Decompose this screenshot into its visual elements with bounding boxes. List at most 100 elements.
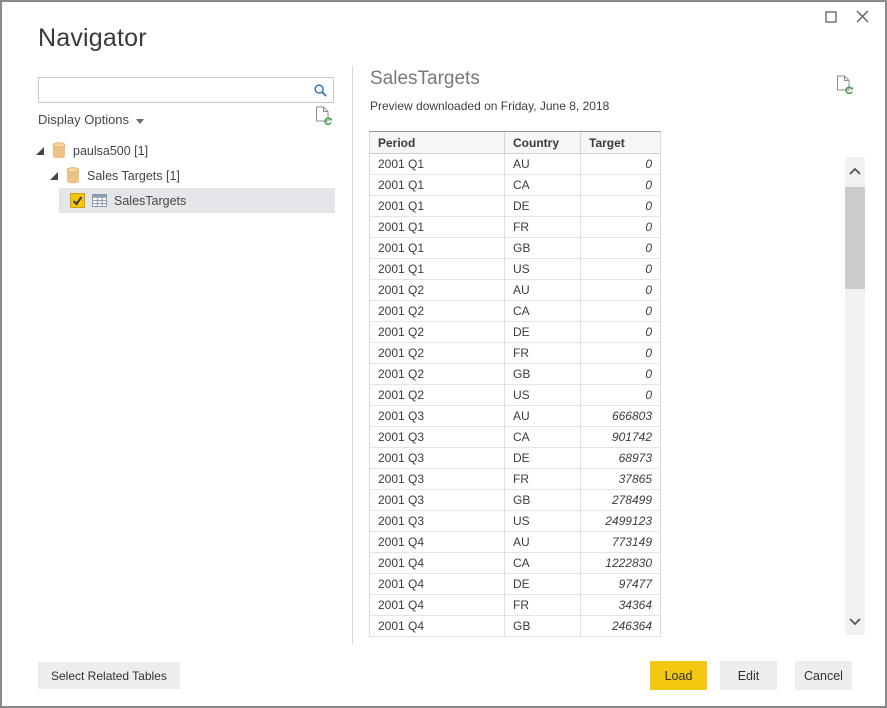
cell-country: US xyxy=(505,259,581,280)
table-row: 2001 Q2GB0 xyxy=(370,364,661,385)
cell-target: 278499 xyxy=(581,490,661,511)
display-options-dropdown[interactable]: Display Options xyxy=(38,109,144,129)
cell-target: 34364 xyxy=(581,595,661,616)
database-icon xyxy=(52,142,66,159)
cell-period: 2001 Q1 xyxy=(370,217,505,238)
salestargets-checkbox[interactable] xyxy=(70,193,85,208)
cell-target: 37865 xyxy=(581,469,661,490)
refresh-button[interactable] xyxy=(315,106,332,130)
scrollbar-thumb[interactable] xyxy=(845,187,865,289)
navigator-dialog: Navigator Display Options xyxy=(0,0,887,708)
cell-country: FR xyxy=(505,217,581,238)
scroll-up-button[interactable] xyxy=(845,161,865,181)
close-icon xyxy=(856,10,869,28)
cell-country: FR xyxy=(505,469,581,490)
table-row: 2001 Q1FR0 xyxy=(370,217,661,238)
table-row: 2001 Q2DE0 xyxy=(370,322,661,343)
search-box xyxy=(38,77,334,103)
table-icon xyxy=(92,194,107,207)
table-row: 2001 Q3GB278499 xyxy=(370,490,661,511)
column-header-target[interactable]: Target xyxy=(581,132,661,154)
table-row: 2001 Q3CA901742 xyxy=(370,427,661,448)
cell-period: 2001 Q3 xyxy=(370,511,505,532)
cell-target: 0 xyxy=(581,238,661,259)
tree-item-label: Sales Targets [1] xyxy=(87,169,180,183)
table-row: 2001 Q2FR0 xyxy=(370,343,661,364)
close-button[interactable] xyxy=(855,12,869,26)
table-row: 2001 Q4FR34364 xyxy=(370,595,661,616)
panel-divider xyxy=(352,66,353,644)
search-input[interactable] xyxy=(39,78,310,102)
edit-button[interactable]: Edit xyxy=(720,661,777,690)
tree-item-salestargets[interactable]: SalesTargets xyxy=(59,188,335,213)
cell-target: 2499123 xyxy=(581,511,661,532)
tree-item-paulsa500[interactable]: paulsa500 [1] xyxy=(36,138,148,163)
preview-scrollbar[interactable] xyxy=(845,157,865,635)
cell-period: 2001 Q1 xyxy=(370,196,505,217)
tree-expander-icon[interactable] xyxy=(50,172,58,180)
cell-country: GB xyxy=(505,616,581,637)
column-header-period[interactable]: Period xyxy=(370,132,505,154)
cell-target: 666803 xyxy=(581,406,661,427)
table-row: 2001 Q4AU773149 xyxy=(370,532,661,553)
select-related-tables-button[interactable]: Select Related Tables xyxy=(38,662,180,689)
display-options-label: Display Options xyxy=(38,112,129,127)
window-controls xyxy=(824,12,869,26)
cell-target: 0 xyxy=(581,385,661,406)
tree-item-label: SalesTargets xyxy=(114,194,186,208)
preview-title: SalesTargets xyxy=(370,68,480,90)
cell-country: FR xyxy=(505,343,581,364)
refresh-preview-button[interactable] xyxy=(836,75,853,99)
cell-target: 0 xyxy=(581,217,661,238)
table-row: 2001 Q3US2499123 xyxy=(370,511,661,532)
cell-country: CA xyxy=(505,175,581,196)
cell-country: DE xyxy=(505,196,581,217)
load-button[interactable]: Load xyxy=(650,661,707,690)
table-row: 2001 Q1AU0 xyxy=(370,154,661,175)
cell-period: 2001 Q1 xyxy=(370,259,505,280)
cell-country: US xyxy=(505,385,581,406)
scroll-down-button[interactable] xyxy=(845,611,865,631)
chevron-up-icon xyxy=(849,162,861,180)
cell-period: 2001 Q2 xyxy=(370,280,505,301)
chevron-down-icon xyxy=(849,612,861,630)
preview-table: Period Country Target 2001 Q1AU02001 Q1C… xyxy=(369,131,661,637)
cell-country: CA xyxy=(505,301,581,322)
cell-period: 2001 Q4 xyxy=(370,532,505,553)
table-row: 2001 Q3DE68973 xyxy=(370,448,661,469)
cell-target: 1222830 xyxy=(581,553,661,574)
cell-period: 2001 Q4 xyxy=(370,616,505,637)
table-row: 2001 Q4GB246364 xyxy=(370,616,661,637)
cancel-button[interactable]: Cancel xyxy=(795,661,852,690)
column-header-country[interactable]: Country xyxy=(505,132,581,154)
cell-target: 97477 xyxy=(581,574,661,595)
table-header-row: Period Country Target xyxy=(370,132,661,154)
cell-country: CA xyxy=(505,427,581,448)
cell-period: 2001 Q2 xyxy=(370,322,505,343)
table-row: 2001 Q1GB0 xyxy=(370,238,661,259)
cell-country: GB xyxy=(505,364,581,385)
cell-target: 0 xyxy=(581,175,661,196)
cell-country: GB xyxy=(505,490,581,511)
maximize-button[interactable] xyxy=(824,12,838,26)
cell-period: 2001 Q3 xyxy=(370,406,505,427)
search-icon[interactable] xyxy=(310,83,330,98)
cell-target: 0 xyxy=(581,259,661,280)
refresh-document-icon xyxy=(315,112,332,129)
table-row: 2001 Q2US0 xyxy=(370,385,661,406)
cell-country: DE xyxy=(505,322,581,343)
tree-expander-icon[interactable] xyxy=(36,147,44,155)
cell-country: CA xyxy=(505,553,581,574)
maximize-icon xyxy=(825,10,837,28)
preview-table-body: 2001 Q1AU02001 Q1CA02001 Q1DE02001 Q1FR0… xyxy=(370,154,661,637)
cell-period: 2001 Q1 xyxy=(370,175,505,196)
chevron-down-icon xyxy=(136,112,144,127)
table-row: 2001 Q4DE97477 xyxy=(370,574,661,595)
cell-target: 0 xyxy=(581,196,661,217)
cell-country: AU xyxy=(505,406,581,427)
cell-period: 2001 Q2 xyxy=(370,301,505,322)
table-row: 2001 Q4CA1222830 xyxy=(370,553,661,574)
tree-item-sales-targets-folder[interactable]: Sales Targets [1] xyxy=(50,163,180,188)
cell-country: AU xyxy=(505,532,581,553)
cell-period: 2001 Q2 xyxy=(370,385,505,406)
